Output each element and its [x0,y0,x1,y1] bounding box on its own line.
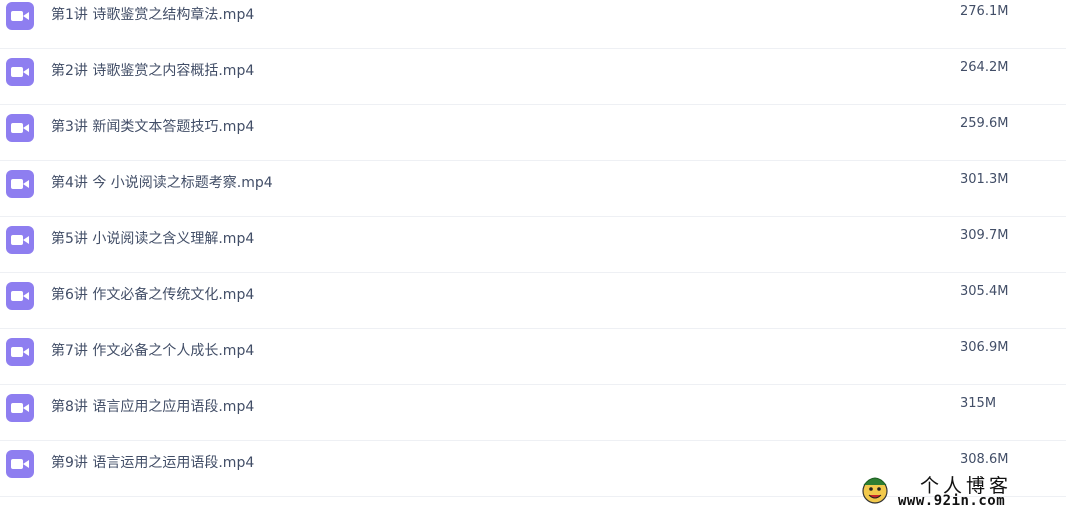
file-row-4[interactable]: 第4讲 今 小说阅读之标题考察.mp4 301.3M [0,161,1066,217]
file-size: 276.1M [960,4,1009,19]
file-row-2[interactable]: 第2讲 诗歌鉴赏之内容概括.mp4 264.2M [0,49,1066,105]
video-file-icon [6,170,34,198]
file-name[interactable]: 第8讲 语言应用之应用语段.mp4 [51,396,254,416]
file-name[interactable]: 第3讲 新闻类文本答题技巧.mp4 [51,116,254,136]
file-row-5[interactable]: 第5讲 小说阅读之含义理解.mp4 309.7M [0,217,1066,273]
video-file-icon [6,114,34,142]
file-size: 306.9M [960,340,1009,355]
video-file-icon [6,58,34,86]
file-name[interactable]: 第5讲 小说阅读之含义理解.mp4 [51,228,254,248]
file-size: 309.7M [960,228,1009,243]
file-size: 315M [960,396,997,411]
video-file-icon [6,2,34,30]
video-file-icon [6,338,34,366]
file-name[interactable]: 第9讲 语言运用之运用语段.mp4 [51,452,254,472]
video-file-icon [6,394,34,422]
file-name[interactable]: 第4讲 今 小说阅读之标题考察.mp4 [51,172,273,192]
file-row-8[interactable]: 第8讲 语言应用之应用语段.mp4 315M [0,385,1066,441]
file-row-1[interactable]: 第1讲 诗歌鉴赏之结构章法.mp4 276.1M [0,0,1066,49]
file-name[interactable]: 第6讲 作文必备之传统文化.mp4 [51,284,254,304]
file-size: 264.2M [960,60,1009,75]
file-size: 308.6M [960,452,1009,467]
watermark-url: www.92in.com [898,493,1006,509]
file-size: 259.6M [960,116,1009,131]
file-row-3[interactable]: 第3讲 新闻类文本答题技巧.mp4 259.6M [0,105,1066,161]
video-file-icon [6,450,34,478]
file-size: 305.4M [960,284,1009,299]
file-size: 301.3M [960,172,1009,187]
smiley-mascot-icon [858,473,892,507]
file-name[interactable]: 第2讲 诗歌鉴赏之内容概括.mp4 [51,60,254,80]
file-row-6[interactable]: 第6讲 作文必备之传统文化.mp4 305.4M [0,273,1066,329]
video-file-icon [6,226,34,254]
file-list: 第1讲 诗歌鉴赏之结构章法.mp4 276.1M 第2讲 诗歌鉴赏之内容概括.m… [0,0,1066,497]
file-row-7[interactable]: 第7讲 作文必备之个人成长.mp4 306.9M [0,329,1066,385]
video-file-icon [6,282,34,310]
watermark: 个人博客 www.92in.com [858,471,1048,511]
file-name[interactable]: 第1讲 诗歌鉴赏之结构章法.mp4 [51,4,254,24]
file-name[interactable]: 第7讲 作文必备之个人成长.mp4 [51,340,254,360]
